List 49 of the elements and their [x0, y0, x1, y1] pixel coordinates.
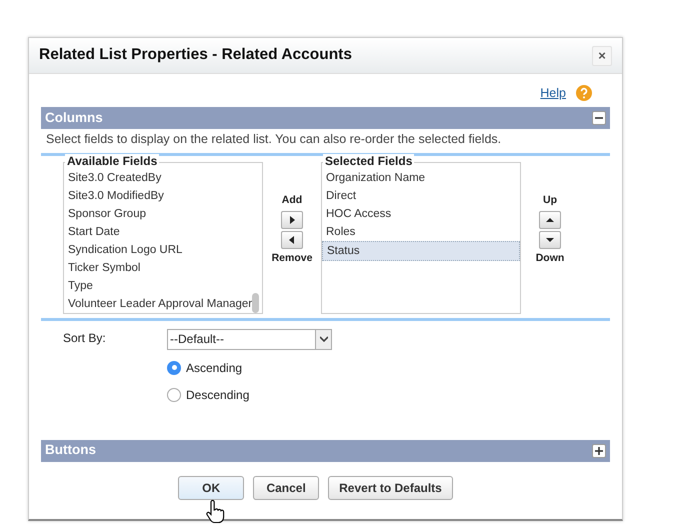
triangle-down-icon: [546, 236, 554, 244]
help-icon: [576, 85, 592, 102]
sort-dropdown[interactable]: --Default--: [167, 328, 332, 350]
section-description: Select fields to display on the related list. You can also re-order the selected fields.: [45, 130, 502, 148]
up-button[interactable]: [539, 210, 561, 228]
list-label: Selected Fields: [323, 154, 414, 168]
list-item[interactable]: HOC Access: [322, 204, 520, 222]
radio-label: Descending: [186, 386, 250, 404]
down-button[interactable]: [539, 230, 561, 248]
scrollbar-thumb[interactable]: [252, 292, 259, 312]
action-button[interactable]: Cancel: [253, 476, 320, 500]
list-label: Available Fields: [65, 154, 160, 168]
dropdown-value: --Default--: [170, 331, 224, 348]
remove-button[interactable]: [281, 230, 303, 248]
collapse-button[interactable]: [592, 110, 606, 125]
action-button[interactable]: OK: [178, 476, 244, 500]
section-title: Columns: [45, 108, 103, 127]
triangle-up-icon: [546, 216, 554, 224]
chevron-down-icon: [320, 336, 328, 342]
list-item[interactable]: Type: [64, 276, 262, 294]
triangle-left-icon: [288, 236, 296, 244]
plus-icon: [594, 446, 604, 456]
radio-label: Ascending: [186, 360, 242, 376]
dialog-title: Related List Properties - Related Accounts: [39, 46, 352, 65]
radio-button[interactable]: [167, 388, 181, 402]
add-button[interactable]: [281, 210, 303, 228]
sort-label: Sort By:: [63, 330, 107, 346]
triangle-right-icon: [288, 216, 296, 224]
help-link[interactable]: Help: [540, 84, 566, 103]
button-label: Down: [536, 250, 564, 266]
list-item[interactable]: Ticker Symbol: [64, 258, 262, 276]
button-label: Remove: [272, 250, 312, 266]
list-item[interactable]: Organization Name: [322, 168, 520, 186]
list-item[interactable]: Direct: [322, 186, 520, 204]
close-button[interactable]: ×: [592, 46, 612, 66]
list-item[interactable]: Volunteer Leader Approval Manager: [64, 294, 262, 312]
list-item[interactable]: Site3.0 ModifiedBy: [64, 186, 262, 204]
list-item[interactable]: Start Date: [64, 222, 262, 240]
list-item[interactable]: Site3.0 CreatedBy: [64, 168, 262, 186]
radio-button[interactable]: [167, 360, 181, 374]
button-label: Add: [282, 192, 302, 208]
button-label: Up: [543, 192, 557, 208]
list-item[interactable]: Syndication Logo URL: [64, 240, 262, 258]
list-item[interactable]: Sponsor Group: [64, 204, 262, 222]
expand-button[interactable]: [592, 444, 606, 458]
section-title: Buttons: [45, 441, 96, 460]
list-item[interactable]: Roles: [322, 222, 520, 240]
list-item[interactable]: Status: [322, 240, 520, 260]
action-button[interactable]: Revert to Defaults: [328, 476, 453, 500]
